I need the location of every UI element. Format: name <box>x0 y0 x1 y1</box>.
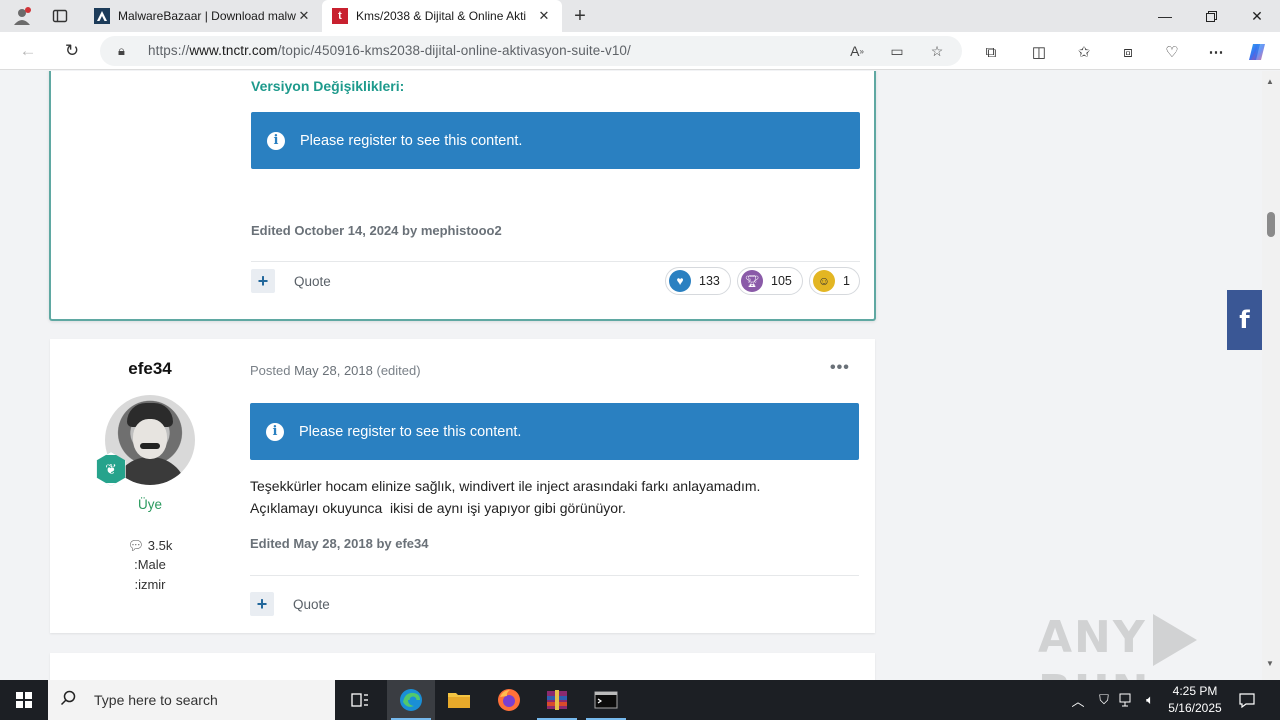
edited-author-link[interactable]: mephistooo2 <box>421 223 502 238</box>
show-hidden-icons-icon[interactable]: ︿ <box>1068 680 1088 720</box>
windows-logo-icon <box>16 692 32 708</box>
notice-text: Please register to see this content. <box>299 423 522 440</box>
reaction-count: 105 <box>771 274 792 288</box>
reaction-like[interactable]: ♥ 133 <box>665 267 731 295</box>
register-notice: i Please register to see this content. <box>250 403 859 460</box>
anyrun-watermark: ANYRUN <box>1038 612 1262 680</box>
clock-time: 4:25 PM <box>1172 684 1218 698</box>
multiquote-plus-icon[interactable]: + <box>250 592 274 616</box>
restore-icon[interactable] <box>1188 0 1234 32</box>
refresh-icon[interactable]: ↻ <box>58 39 86 63</box>
posted-date: Posted May 28, 2018 (edited) <box>250 363 421 378</box>
network-icon[interactable] <box>1117 680 1137 720</box>
security-icon[interactable]: ⛉ <box>1094 680 1114 720</box>
post-divider <box>251 261 860 262</box>
comment-icon: 💬︎ <box>127 538 145 553</box>
trophy-icon: 🏆︎ <box>741 270 763 292</box>
edited-note: Edited October 14, 2024 by mephistooo2 <box>251 223 502 238</box>
notifications-icon[interactable] <box>1236 680 1258 720</box>
heart-icon: ♥ <box>669 270 691 292</box>
tab-title: MalwareBazaar | Download malw <box>118 9 296 23</box>
edited-note: Edited May 28, 2018 by efe34 <box>250 536 429 551</box>
reaction-trophy[interactable]: 🏆︎ 105 <box>737 267 803 295</box>
favorite-star-icon[interactable]: ☆ <box>927 42 947 60</box>
copilot-icon[interactable] <box>1246 41 1268 63</box>
url-field[interactable]: 🔒︎ https://www.tnctr.com/topic/450916-km… <box>100 36 962 66</box>
taskbar-search-box[interactable]: Type here to search <box>48 680 335 720</box>
url-text: https://www.tnctr.com/topic/450916-kms20… <box>148 43 631 58</box>
notice-text: Please register to see this content. <box>300 132 523 149</box>
terminal-icon[interactable] <box>582 680 630 720</box>
split-screen-icon[interactable]: ◫ <box>1028 41 1050 63</box>
reaction-count: 1 <box>843 274 850 288</box>
favorites-icon[interactable]: ✩ <box>1073 41 1095 63</box>
scroll-up-icon[interactable]: ▲ <box>1266 77 1274 86</box>
search-icon <box>60 690 80 711</box>
read-aloud-icon[interactable]: A» <box>847 42 867 60</box>
search-placeholder: Type here to search <box>94 692 218 708</box>
scrollbar-thumb[interactable] <box>1267 212 1275 237</box>
member-rank: Üye <box>137 497 162 512</box>
lock-icon: 🔒︎ <box>118 43 125 58</box>
post-body: Teşekkürler hocam elinize sağlık, windiv… <box>250 475 850 519</box>
quote-button[interactable]: Quote <box>293 597 330 612</box>
performance-icon[interactable]: ♡ <box>1161 41 1183 63</box>
close-tab-icon[interactable]: ✕ <box>536 8 552 24</box>
author-name-link[interactable]: efe34 <box>50 359 250 379</box>
volume-icon[interactable]: 🔈︎ <box>1140 680 1160 720</box>
post-body-line: Açıklamayı okuyunca ikisi de aynı işi ya… <box>250 500 626 516</box>
page-scrollbar[interactable]: ▲ ▼ <box>1262 71 1280 680</box>
reaction-count: 133 <box>699 274 720 288</box>
edited-date: October 14, 2024 <box>294 223 399 238</box>
version-changes-heading: Versiyon Değişiklikleri: <box>251 78 405 94</box>
winrar-icon[interactable] <box>533 680 581 720</box>
close-window-icon[interactable]: ✕ <box>1234 0 1280 32</box>
start-button[interactable] <box>0 680 48 720</box>
malwarebazaar-icon <box>94 8 110 24</box>
reaction-thanks[interactable]: ☺ 1 <box>809 267 860 295</box>
browser-tab-bar: MalwareBazaar | Download malw ✕ t Kms/20… <box>0 0 1280 32</box>
firefox-icon[interactable] <box>485 680 533 720</box>
gender-field: :Male <box>134 557 166 572</box>
tnctr-icon: t <box>332 8 348 24</box>
task-view-icon[interactable] <box>336 680 384 720</box>
back-icon[interactable]: ← <box>14 39 42 63</box>
multiquote-plus-icon[interactable]: + <box>251 269 275 293</box>
post-divider <box>250 575 859 576</box>
facebook-share-icon[interactable]: f <box>1227 290 1262 350</box>
next-post <box>50 653 875 680</box>
close-tab-icon[interactable]: ✕ <box>296 8 312 24</box>
scroll-down-icon[interactable]: ▼ <box>1266 659 1274 668</box>
post-efe34: efe34 ❦ Üye 💬︎ 3.5k :Male :izmir Posted … <box>50 339 875 633</box>
tab-actions-icon[interactable] <box>50 6 70 26</box>
tab-tnctr[interactable]: t Kms/2038 & Dijital & Online Akti ✕ <box>322 0 562 32</box>
thanks-icon: ☺ <box>813 270 835 292</box>
quote-button[interactable]: Quote <box>294 274 331 289</box>
new-tab-icon[interactable]: + <box>570 5 590 27</box>
windows-taskbar: Type here to search ︿ ⛉ 🔈︎ 4:25 PM 5/16/… <box>0 680 1280 720</box>
settings-more-icon[interactable]: ⋯ <box>1205 41 1227 63</box>
immersive-reader-icon[interactable]: ▭ <box>887 42 907 60</box>
tab-title: Kms/2038 & Dijital & Online Akti <box>356 9 527 23</box>
location-field: :izmir <box>134 577 166 592</box>
collections-icon[interactable]: ⧈ <box>1117 41 1139 63</box>
clock-date: 5/16/2025 <box>1168 701 1222 715</box>
post-options-icon[interactable]: ••• <box>830 359 850 377</box>
register-notice: i Please register to see this content. <box>251 112 860 169</box>
file-explorer-icon[interactable] <box>435 680 483 720</box>
page-viewport: Versiyon Değişiklikleri: i Please regist… <box>0 71 1262 680</box>
post-count: 💬︎ 3.5k <box>127 538 173 553</box>
post-mephistooo2: Versiyon Değişiklikleri: i Please regist… <box>49 71 876 321</box>
system-clock[interactable]: 4:25 PM 5/16/2025 <box>1160 683 1230 717</box>
edge-browser-icon[interactable] <box>387 680 435 720</box>
extensions-icon[interactable]: ⧉ <box>980 41 1002 63</box>
post-body-line: Teşekkürler hocam elinize sağlık, windiv… <box>250 478 761 494</box>
info-icon: i <box>267 131 285 150</box>
profile-icon[interactable] <box>12 6 32 26</box>
info-icon: i <box>266 422 284 441</box>
minimize-icon[interactable]: — <box>1142 0 1188 32</box>
tab-malwarebazaar[interactable]: MalwareBazaar | Download malw ✕ <box>84 0 322 32</box>
address-bar-row: ← ↻ 🔒︎ https://www.tnctr.com/topic/45091… <box>0 32 1280 70</box>
